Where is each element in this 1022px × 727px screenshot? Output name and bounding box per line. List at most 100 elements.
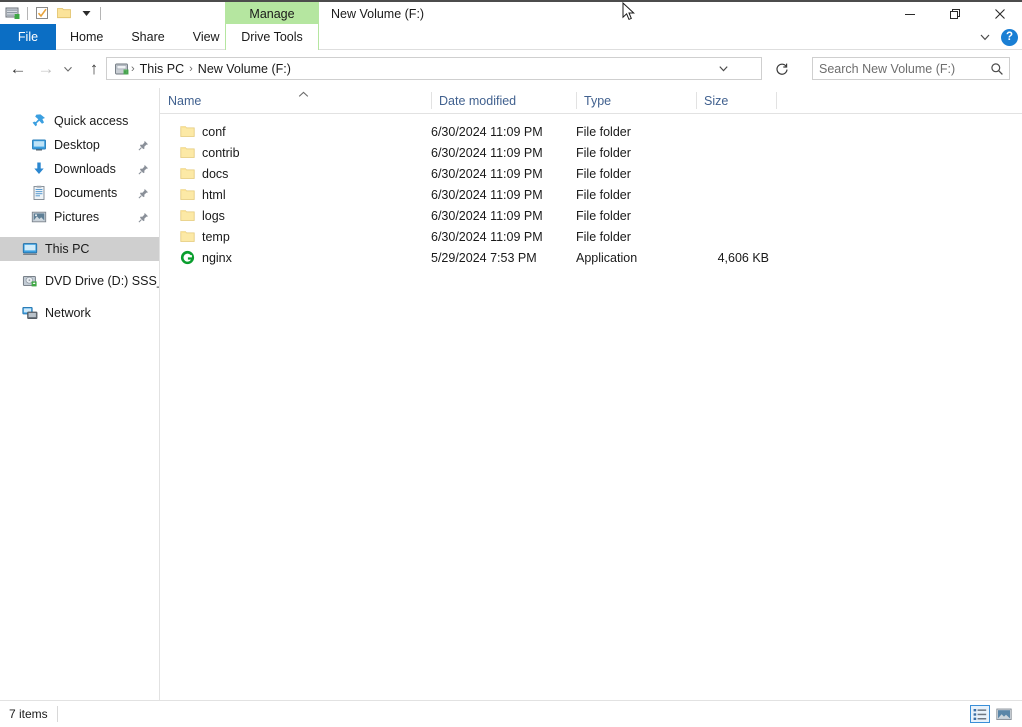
file-rows: conf 6/30/2024 11:09 PM File folder cont… [160,114,1022,268]
address-dropdown-chevron-down-icon[interactable] [712,58,734,79]
sidebar-label-desktop: Desktop [54,138,100,152]
row-name-cell: logs [160,208,225,224]
properties-icon[interactable] [2,2,24,24]
row-date-cell: 6/30/2024 11:09 PM [431,124,543,139]
row-date-cell: 6/30/2024 11:09 PM [431,229,543,244]
column-header-row: Name Date modified Type Size [160,88,1022,114]
pin-icon-desktop[interactable] [138,138,149,156]
sidebar-item-desktop[interactable]: Desktop [0,133,159,157]
row-type-cell: File folder [576,187,631,202]
view-toggle-group [970,705,1014,723]
downloads-icon [30,160,48,178]
sidebar-label-this-pc: This PC [45,242,90,256]
table-row[interactable]: conf 6/30/2024 11:09 PM File folder [160,121,1022,142]
folder-icon [179,124,195,140]
folder-icon [179,187,195,203]
search-box[interactable] [812,57,1010,80]
checkbox-icon[interactable] [31,2,53,24]
column-header-date-modified[interactable]: Date modified [431,88,576,113]
tab-home[interactable]: Home [56,24,117,50]
row-type-cell: File folder [576,229,631,244]
sidebar-item-dvd-drive[interactable]: DVD Drive (D:) SSS_X6 [0,269,159,293]
address-path-box[interactable]: › This PC › New Volume (F:) [106,57,762,80]
tab-share[interactable]: Share [117,24,178,50]
refresh-button[interactable] [770,51,794,86]
large-icons-view-button[interactable] [994,705,1014,723]
row-name-cell: temp [160,229,230,245]
folder-icon [179,145,195,161]
column-header-type[interactable]: Type [576,88,696,113]
row-name-cell: nginx [160,250,232,266]
row-date-cell: 6/30/2024 11:09 PM [431,208,543,223]
column-header-size[interactable]: Size [696,88,776,113]
chevron-down-icon[interactable] [75,2,97,24]
table-row[interactable]: nginx 5/29/2024 7:53 PM Application 4,60… [160,247,1022,268]
table-row[interactable]: temp 6/30/2024 11:09 PM File folder [160,226,1022,247]
pin-icon-documents[interactable] [138,186,149,204]
row-date-cell: 5/29/2024 7:53 PM [431,250,537,265]
row-name-cell: conf [160,124,226,140]
tab-file[interactable]: File [0,24,56,50]
table-row[interactable]: html 6/30/2024 11:09 PM File folder [160,184,1022,205]
quick-access-toolbar [0,1,104,25]
sidebar-item-downloads[interactable]: Downloads [0,157,159,181]
row-name-cell: docs [160,166,228,182]
sidebar-label-documents: Documents [54,186,118,200]
close-button[interactable] [977,2,1022,26]
up-button[interactable]: ↑ [80,51,108,86]
sidebar-item-this-pc[interactable]: This PC [0,237,159,261]
minimize-button[interactable] [887,2,932,26]
table-row[interactable]: logs 6/30/2024 11:09 PM File folder [160,205,1022,226]
details-view-button[interactable] [970,705,990,723]
row-name-cell: contrib [160,145,240,161]
row-date-cell: 6/30/2024 11:09 PM [431,166,543,181]
back-button[interactable]: ← [4,51,32,86]
sidebar-label-dvd-drive: DVD Drive (D:) SSS_X6 [45,274,159,288]
search-icon[interactable] [985,62,1009,76]
item-count-label: 7 items [9,707,48,721]
contextual-tab-group-header: Manage [225,2,319,26]
sidebar-label-downloads: Downloads [54,162,116,176]
qat-divider-1 [27,6,28,20]
forward-button[interactable]: → [32,51,60,86]
row-name-cell: html [160,187,226,203]
row-type-cell: File folder [576,208,631,223]
column-divider-4[interactable] [776,92,777,109]
desktop-icon [30,136,48,154]
breadcrumb-item-this-pc[interactable]: This PC [136,62,188,76]
ribbon-expand-chevron-down-icon[interactable] [973,24,997,50]
status-divider [56,706,58,722]
sidebar-item-quick-access[interactable]: Quick access [0,109,159,133]
file-list-pane: Name Date modified Type Size conf 6/30/2… [159,88,1022,700]
address-bar: ← → ↑ › This PC › New Volume (F:) Search… [0,51,1022,86]
row-type-cell: File folder [576,124,631,139]
breadcrumb-item-new-volume[interactable]: New Volume (F:) [194,62,295,76]
help-icon[interactable]: ? [1001,28,1018,46]
restore-button[interactable] [932,2,977,26]
tab-drive-tools[interactable]: Drive Tools [225,24,319,50]
window-title: New Volume (F:) [331,7,425,21]
recent-locations-chevron-down-icon[interactable] [58,51,78,86]
title-bar: Manage New Volume (F:) [0,0,1022,26]
computer-icon [21,240,39,258]
sidebar-item-network[interactable]: Network [0,301,159,325]
navigation-pane: Quick access Desktop Downloads Documents… [0,88,159,700]
sidebar-item-documents[interactable]: Documents [0,181,159,205]
documents-icon [30,184,48,202]
row-type-cell: File folder [576,145,631,160]
pin-icon-downloads[interactable] [138,162,149,180]
search-input[interactable] [813,61,985,76]
folder-icon [179,166,195,182]
window-controls [887,2,1022,26]
row-type-cell: Application [576,250,638,265]
table-row[interactable]: docs 6/30/2024 11:09 PM File folder [160,163,1022,184]
pictures-icon [30,208,48,226]
folder-icon[interactable] [53,2,75,24]
table-row[interactable]: contrib 6/30/2024 11:09 PM File folder [160,142,1022,163]
row-date-cell: 6/30/2024 11:09 PM [431,145,543,160]
pin-icon-pictures[interactable] [138,210,149,228]
column-header-name[interactable]: Name [160,88,431,113]
row-size-cell: 4,606 KB [717,250,769,265]
sidebar-item-pictures[interactable]: Pictures [0,205,159,229]
nginx-app-icon [179,250,195,266]
